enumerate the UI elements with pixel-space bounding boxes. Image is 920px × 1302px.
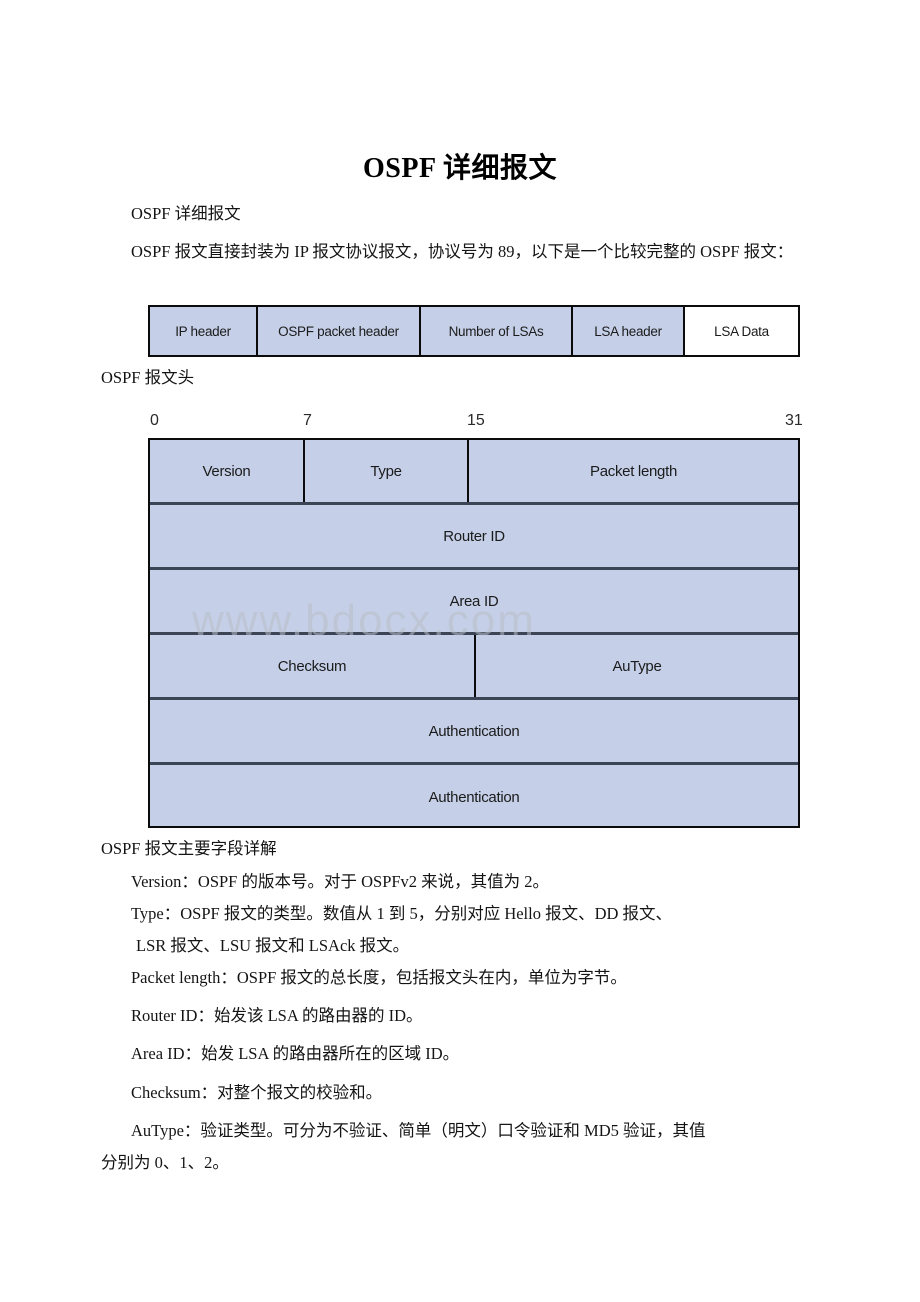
header-row-5: Authentication: [150, 700, 798, 765]
field-desc-router-id: Router ID：始发该 LSA 的路由器的 ID。: [131, 1006, 423, 1025]
header-field-packet-length: Packet length: [590, 462, 677, 480]
encapsulation-cell-lsa-header: LSA header: [573, 307, 685, 355]
header-field-authentication-1: Authentication: [428, 722, 520, 740]
encapsulation-cell-number-of-lsas: Number of LSAs: [421, 307, 573, 355]
ospf-header-table: Version Type Packet length Router ID Are…: [148, 438, 800, 828]
ospf-header-diagram: 0 7 15 31 Version Type Packet length Rou…: [148, 412, 803, 828]
header-row-4: Checksum AuType: [150, 635, 798, 700]
encapsulation-cell-ip-header: IP header: [150, 307, 258, 355]
field-desc-autype-cont: 分别为 0、1、2。: [101, 1153, 229, 1172]
encapsulation-cell-ospf-packet-header: OSPF packet header: [258, 307, 421, 355]
header-row-2: Router ID: [150, 505, 798, 570]
page-title: OSPF 详细报文: [362, 153, 558, 184]
encapsulation-diagram: IP header OSPF packet header Number of L…: [148, 305, 800, 357]
header-row-1: Version Type Packet length: [150, 440, 798, 505]
bit-tick-31: 31: [785, 412, 803, 429]
document-page: OSPF 详细报文 OSPF 详细报文 OSPF 报文直接封装为 IP 报文协议…: [0, 0, 920, 1302]
header-field-authentication-2: Authentication: [428, 789, 520, 806]
header-field-checksum: Checksum: [150, 635, 476, 697]
field-desc-type: Type：OSPF 报文的类型。数值从 1 到 5，分别对应 Hello 报文、…: [131, 904, 673, 923]
document-subtitle: OSPF 详细报文: [131, 204, 241, 223]
field-desc-packet-length: Packet length：OSPF 报文的总长度，包括报文头在内，单位为字节。: [131, 968, 627, 987]
header-field-router-id: Router ID: [443, 527, 505, 545]
header-field-type: Type: [305, 440, 469, 502]
encapsulation-cell-lsa-data: LSA Data: [685, 307, 798, 355]
bit-tick-0: 0: [150, 412, 159, 429]
field-desc-area-id: Area ID：始发 LSA 的路由器所在的区域 ID。: [131, 1044, 460, 1063]
field-desc-autype: AuType：验证类型。可分为不验证、简单（明文）口令验证和 MD5 验证，其值: [131, 1121, 706, 1140]
field-desc-checksum: Checksum：对整个报文的校验和。: [131, 1083, 383, 1102]
header-row-3: Area ID: [150, 570, 798, 635]
intro-paragraph: OSPF 报文直接封装为 IP 报文协议报文，协议号为 89，以下是一个比较完整…: [131, 242, 794, 261]
field-desc-type-cont: LSR 报文、LSU 报文和 LSAck 报文。: [136, 936, 410, 955]
header-field-autype: AuType: [612, 657, 662, 675]
header-field-version: Version: [150, 440, 305, 502]
caption-ospf-header: OSPF 报文头: [101, 368, 195, 387]
bit-tick-7: 7: [303, 412, 312, 429]
header-row-6: Authentication: [150, 765, 798, 830]
header-field-area-id: Area ID: [449, 592, 499, 610]
bit-ruler: 0 7 15 31: [148, 412, 803, 438]
bit-tick-15: 15: [467, 412, 485, 429]
field-desc-version: Version：OSPF 的版本号。对于 OSPFv2 来说，其值为 2。: [131, 872, 550, 891]
caption-field-explanations: OSPF 报文主要字段详解: [101, 839, 277, 858]
